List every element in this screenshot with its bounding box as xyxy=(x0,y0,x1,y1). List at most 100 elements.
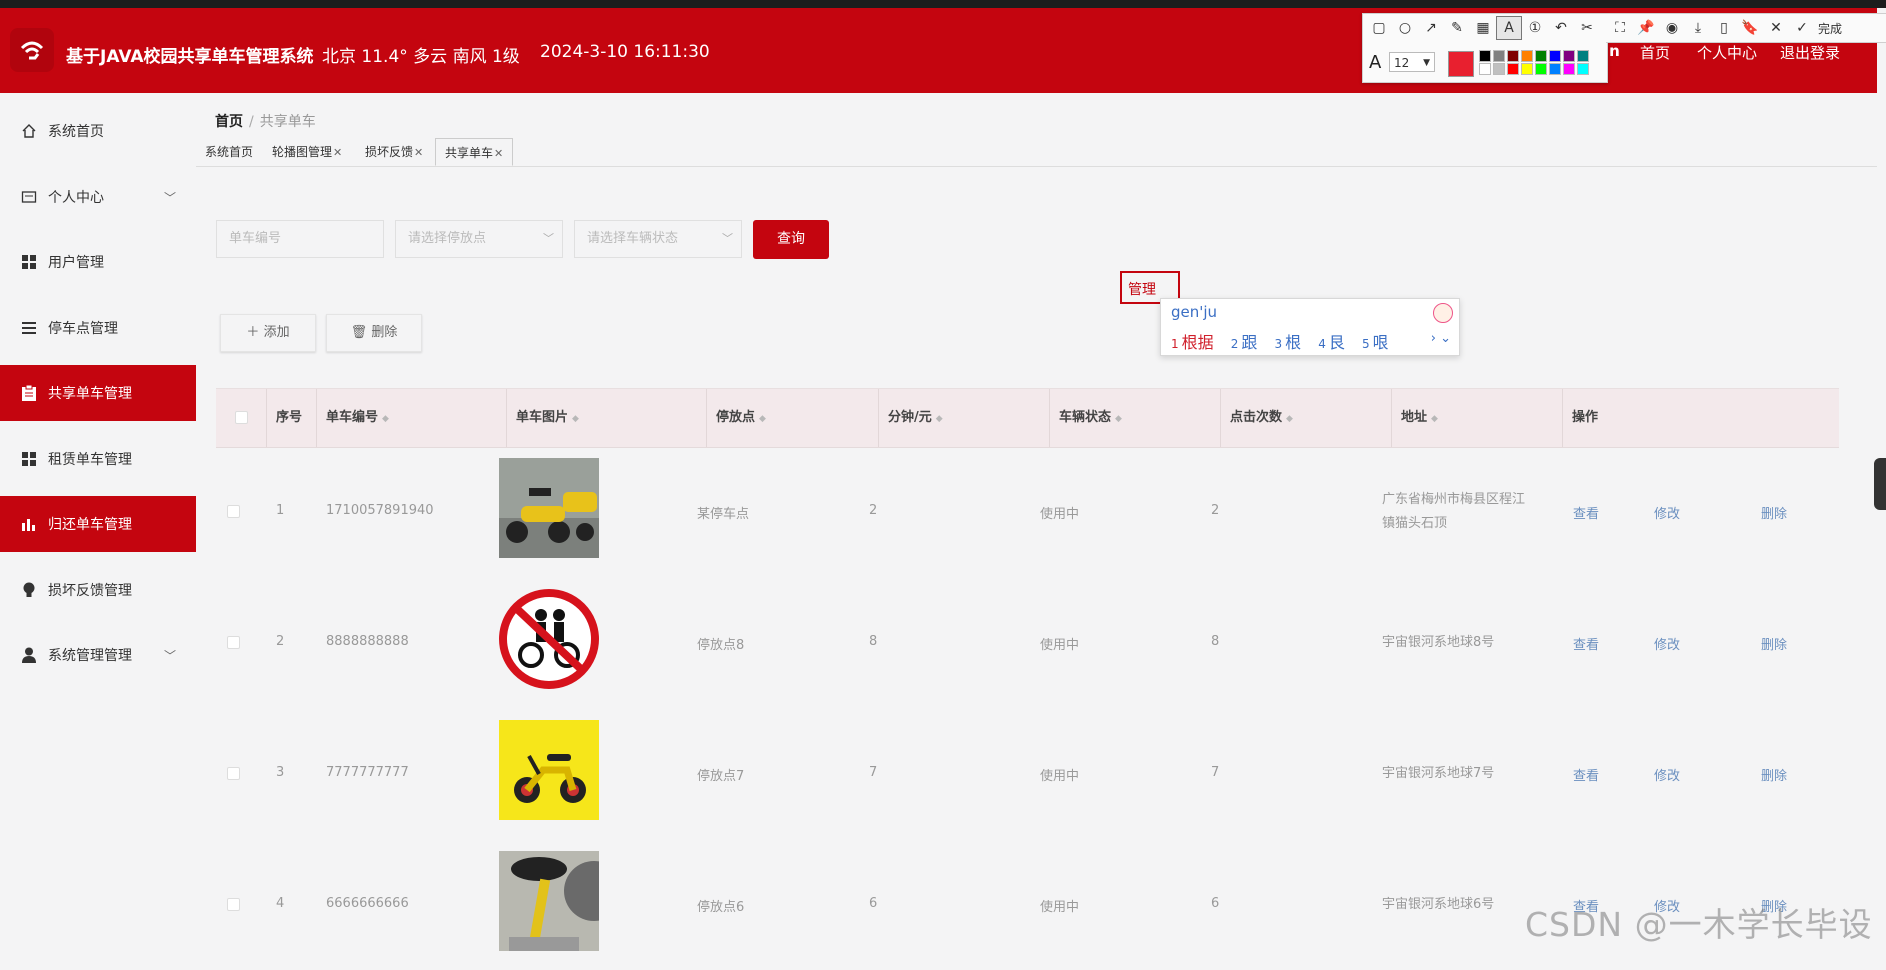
pen-tool-icon[interactable]: ✎ xyxy=(1445,17,1469,39)
sidebar-item-rentals[interactable]: 租赁单车管理 xyxy=(0,431,196,487)
bike-no-input[interactable]: 单车编号 xyxy=(216,220,384,258)
view-link[interactable]: 查看 xyxy=(1573,765,1599,784)
row-checkbox[interactable] xyxy=(227,636,240,649)
row-checkbox[interactable] xyxy=(227,767,240,780)
select-all-checkbox[interactable] xyxy=(235,411,248,424)
ime-candidate[interactable]: 2跟 xyxy=(1231,333,1258,352)
color-swatch[interactable] xyxy=(1577,63,1589,75)
text-tool-icon[interactable]: A xyxy=(1496,16,1522,40)
sort-icon[interactable]: ◆ xyxy=(1286,414,1293,424)
current-color-swatch[interactable] xyxy=(1448,51,1474,77)
color-swatch[interactable] xyxy=(1479,63,1491,75)
view-link[interactable]: 查看 xyxy=(1573,503,1599,522)
number-tool-icon[interactable]: ① xyxy=(1523,17,1547,39)
undo-icon[interactable]: ↶ xyxy=(1549,17,1573,39)
font-size-select[interactable]: 12 ▼ xyxy=(1389,52,1435,72)
row-checkbox[interactable] xyxy=(227,505,240,518)
delete-link[interactable]: 删除 xyxy=(1761,765,1787,784)
long-screenshot-icon[interactable]: ⛶ xyxy=(1608,17,1632,39)
parking-select[interactable]: 请选择停放点 ﹀ xyxy=(395,220,563,258)
nav-home-link[interactable]: 首页 xyxy=(1640,42,1670,63)
sidebar-item-label: 系统管理管理 xyxy=(48,648,132,664)
color-swatch[interactable] xyxy=(1577,50,1589,62)
color-swatch[interactable] xyxy=(1493,50,1505,62)
sort-icon[interactable]: ◆ xyxy=(382,414,389,424)
sort-icon[interactable]: ◆ xyxy=(759,414,766,424)
ellipse-tool-icon[interactable]: ○ xyxy=(1393,17,1417,39)
close-icon[interactable]: ✕ xyxy=(1764,17,1788,39)
ime-next-page-icon[interactable]: › ⌄ xyxy=(1431,331,1451,346)
color-swatch[interactable] xyxy=(1521,50,1533,62)
download-icon[interactable]: ⤓ xyxy=(1686,17,1710,39)
query-button[interactable]: 查询 xyxy=(753,220,829,259)
add-button[interactable]: ＋ 添加 xyxy=(220,314,316,352)
sidebar-item-home[interactable]: 系统首页 xyxy=(0,103,196,159)
view-link[interactable]: 查看 xyxy=(1573,634,1599,653)
sidebar-item-parking[interactable]: 停车点管理 xyxy=(0,300,196,356)
record-icon[interactable]: ◉ xyxy=(1660,17,1684,39)
color-swatch[interactable] xyxy=(1479,50,1491,62)
row-checkbox[interactable] xyxy=(227,898,240,911)
color-swatch[interactable] xyxy=(1493,63,1505,75)
edit-link[interactable]: 修改 xyxy=(1654,765,1680,784)
color-swatch[interactable] xyxy=(1507,50,1519,62)
ime-candidate[interactable]: 3根 xyxy=(1275,333,1302,352)
column-header-clicks[interactable]: 点击次数 ◆ xyxy=(1220,389,1391,447)
color-swatch[interactable] xyxy=(1549,63,1561,75)
done-button[interactable]: 完成 xyxy=(1818,20,1842,37)
sidebar-item-returns[interactable]: 归还单车管理 xyxy=(0,496,196,552)
color-swatch[interactable] xyxy=(1563,63,1575,75)
sidebar-item-damage-feedback[interactable]: 损坏反馈管理 xyxy=(0,562,196,618)
tab-home[interactable]: 系统首页 xyxy=(196,138,262,166)
tab-damage-feedback[interactable]: 损坏反馈✕ xyxy=(356,138,432,166)
column-header-parking[interactable]: 停放点 ◆ xyxy=(706,389,878,447)
color-swatch[interactable] xyxy=(1563,50,1575,62)
rectangle-tool-icon[interactable]: ▢ xyxy=(1367,17,1391,39)
sidebar-item-shared-bikes[interactable]: 共享单车管理 xyxy=(0,365,196,421)
delete-link[interactable]: 删除 xyxy=(1761,634,1787,653)
column-header-bike-no[interactable]: 单车编号 ◆ xyxy=(316,389,506,447)
tab-shared-bikes[interactable]: 共享单车✕ xyxy=(435,138,514,166)
mosaic-tool-icon[interactable]: ▦ xyxy=(1471,17,1495,39)
bookmark-icon[interactable]: 🔖 xyxy=(1738,17,1762,39)
status-select[interactable]: 请选择车辆状态 ﹀ xyxy=(574,220,742,258)
color-swatch[interactable] xyxy=(1535,50,1547,62)
nav-logout-link[interactable]: 退出登录 xyxy=(1780,42,1840,63)
check-icon[interactable]: ✓ xyxy=(1790,17,1814,39)
edit-link[interactable]: 修改 xyxy=(1654,503,1680,522)
sort-icon[interactable]: ◆ xyxy=(572,414,579,424)
ime-candidate[interactable]: 5哏 xyxy=(1362,333,1389,352)
close-icon[interactable]: ✕ xyxy=(414,146,423,159)
pin-icon[interactable]: 📌 xyxy=(1634,17,1658,39)
sort-icon[interactable]: ◆ xyxy=(1115,414,1122,424)
color-swatch[interactable] xyxy=(1507,63,1519,75)
column-header-price[interactable]: 分钟/元 ◆ xyxy=(878,389,1049,447)
color-swatch[interactable] xyxy=(1521,63,1533,75)
breadcrumb-home[interactable]: 首页 xyxy=(215,114,243,130)
nav-profile-link[interactable]: 个人中心 xyxy=(1697,42,1757,63)
color-swatch[interactable] xyxy=(1535,63,1547,75)
eraser-icon[interactable]: ✂ xyxy=(1575,17,1599,39)
close-icon[interactable]: ✕ xyxy=(494,147,503,160)
color-swatch[interactable] xyxy=(1549,50,1561,62)
arrow-tool-icon[interactable]: ↗ xyxy=(1419,17,1443,39)
column-header-image[interactable]: 单车图片 ◆ xyxy=(506,389,706,447)
tab-carousel[interactable]: 轮播图管理✕ xyxy=(263,138,351,166)
cell-clicks: 7 xyxy=(1211,765,1220,780)
sort-icon[interactable]: ◆ xyxy=(1431,414,1438,424)
column-header-address[interactable]: 地址 ◆ xyxy=(1391,389,1562,447)
side-drawer-handle[interactable] xyxy=(1874,458,1886,510)
sidebar-item-profile[interactable]: 个人中心 ﹀ xyxy=(0,169,196,225)
phone-icon[interactable]: ▯ xyxy=(1712,17,1736,39)
close-icon[interactable]: ✕ xyxy=(333,146,342,159)
ime-candidate[interactable]: 1 根据 xyxy=(1171,333,1214,352)
delete-button[interactable]: 🗑 删除 xyxy=(326,314,422,352)
cell-parking: 某停车点 xyxy=(697,507,750,522)
delete-link[interactable]: 删除 xyxy=(1761,503,1787,522)
sort-icon[interactable]: ◆ xyxy=(936,414,943,424)
sidebar-item-users[interactable]: 用户管理 xyxy=(0,234,196,290)
sidebar-item-system[interactable]: 系统管理管理 ﹀ xyxy=(0,627,196,683)
column-header-status[interactable]: 车辆状态 ◆ xyxy=(1049,389,1220,447)
edit-link[interactable]: 修改 xyxy=(1654,634,1680,653)
ime-candidate[interactable]: 4艮 xyxy=(1318,333,1345,352)
